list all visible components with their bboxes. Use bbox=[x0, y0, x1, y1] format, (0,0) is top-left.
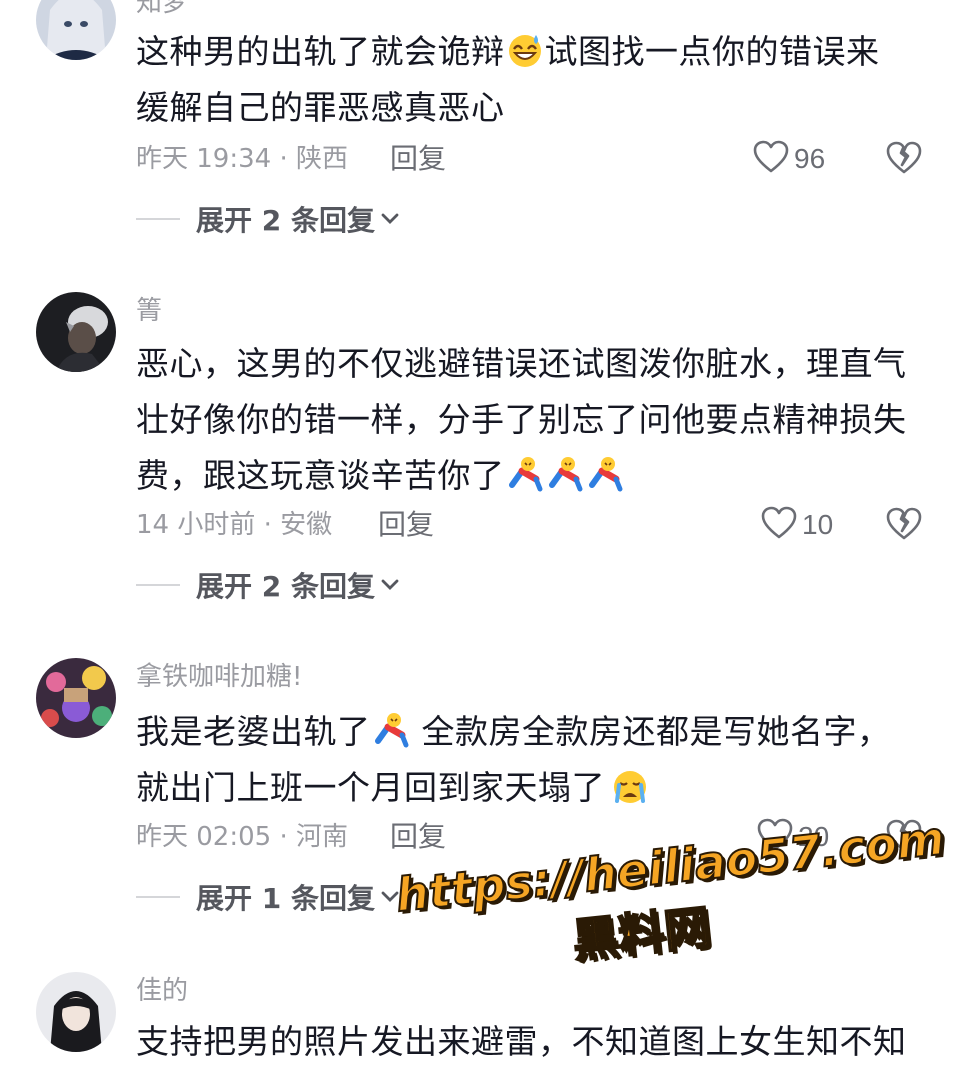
dislike-button[interactable] bbox=[884, 505, 924, 545]
chevron-down-icon bbox=[381, 576, 399, 595]
divider-line bbox=[136, 218, 180, 220]
comment-text-part: 壮好像你的错一样，分手了别忘了问他要点精神损失 bbox=[136, 400, 907, 439]
falling-person-emoji bbox=[586, 454, 624, 492]
falling-person-emoji bbox=[372, 710, 410, 748]
heart-icon bbox=[760, 505, 798, 545]
comment-username[interactable]: 拿铁咖啡加糖! bbox=[136, 662, 302, 692]
falling-person-emoji bbox=[506, 454, 544, 492]
comment-text-part: 缓解自己的罪恶感真恶心 bbox=[136, 88, 505, 127]
expand-replies-button[interactable]: 展开 2 条回复 bbox=[136, 568, 399, 603]
expand-replies-label: 展开 2 条回复 bbox=[196, 570, 375, 603]
like-button[interactable]: 10 bbox=[760, 505, 833, 545]
falling-person-emoji bbox=[546, 454, 584, 492]
expand-replies-button[interactable]: 展开 2 条回复 bbox=[136, 202, 399, 237]
reply-button[interactable]: 回复 bbox=[390, 142, 446, 176]
like-count: 10 bbox=[802, 509, 834, 540]
comment-time-location: 昨天 02:05 · 河南 bbox=[136, 822, 348, 852]
comment-text: 我是老婆出轨了 全款房全款房还都是写她名字， 就出门上班一个月回到家天塌了 bbox=[136, 704, 926, 816]
comment-text-part: 就出门上班一个月回到家天塌了 bbox=[136, 768, 605, 807]
avatar[interactable] bbox=[36, 658, 116, 738]
grinning-sweat-emoji bbox=[506, 30, 544, 68]
comment-username[interactable]: 箐 bbox=[136, 296, 162, 326]
avatar[interactable] bbox=[36, 292, 116, 372]
comment-text-part: 我是老婆出轨了 bbox=[136, 712, 371, 751]
comment-text-part: 支持把男的照片发出来避雷，不知道图上女生知不知 bbox=[136, 1022, 907, 1061]
comment-time-location: 昨天 19:34 · 陕西 bbox=[136, 144, 348, 174]
like-count: 96 bbox=[794, 143, 826, 174]
reply-button[interactable]: 回复 bbox=[378, 508, 434, 542]
comment-text: 支持把男的照片发出来避雷，不知道图上女生知不知 bbox=[136, 1014, 926, 1070]
broken-heart-icon bbox=[884, 141, 924, 181]
expand-replies-button[interactable]: 展开 1 条回复 bbox=[136, 880, 399, 915]
comment-text-part: 试图找一点你的错误来 bbox=[544, 32, 880, 71]
divider-line bbox=[136, 584, 180, 586]
expand-replies-label: 展开 2 条回复 bbox=[196, 204, 375, 237]
crying-face-emoji bbox=[611, 766, 649, 804]
avatar[interactable] bbox=[36, 0, 116, 60]
like-button[interactable]: 96 bbox=[752, 139, 825, 179]
reply-button[interactable]: 回复 bbox=[390, 820, 446, 854]
dislike-button[interactable] bbox=[884, 139, 924, 179]
divider-line bbox=[136, 896, 180, 898]
broken-heart-icon bbox=[884, 507, 924, 547]
chevron-down-icon bbox=[381, 210, 399, 229]
expand-replies-label: 展开 1 条回复 bbox=[196, 882, 375, 915]
comment-text-part: 全款房全款房还都是写她名字， bbox=[421, 712, 891, 751]
comment-username[interactable]: 佳的 bbox=[136, 976, 188, 1006]
comment-text-part: 这种男的出轨了就会诡辩 bbox=[136, 32, 505, 71]
avatar[interactable] bbox=[36, 972, 116, 1052]
watermark: https://heiliao57.com 黑料网 bbox=[392, 810, 948, 1024]
comment-text-part: 费，跟这玩意谈辛苦你了 bbox=[136, 456, 505, 495]
comment-text: 恶心，这男的不仅逃避错误还试图泼你脏水，理直气 壮好像你的错一样，分手了别忘了问… bbox=[136, 336, 926, 504]
heart-icon bbox=[752, 139, 790, 179]
comment-time-location: 14 小时前 · 安徽 bbox=[136, 510, 333, 540]
comment-username[interactable]: 知梦 bbox=[136, 0, 188, 18]
comment-text-part: 恶心，这男的不仅逃避错误还试图泼你脏水，理直气 bbox=[136, 344, 907, 383]
comment-text: 这种男的出轨了就会诡辩 试图找一点你的错误来 缓解自己的罪恶感真恶心 bbox=[136, 24, 926, 136]
